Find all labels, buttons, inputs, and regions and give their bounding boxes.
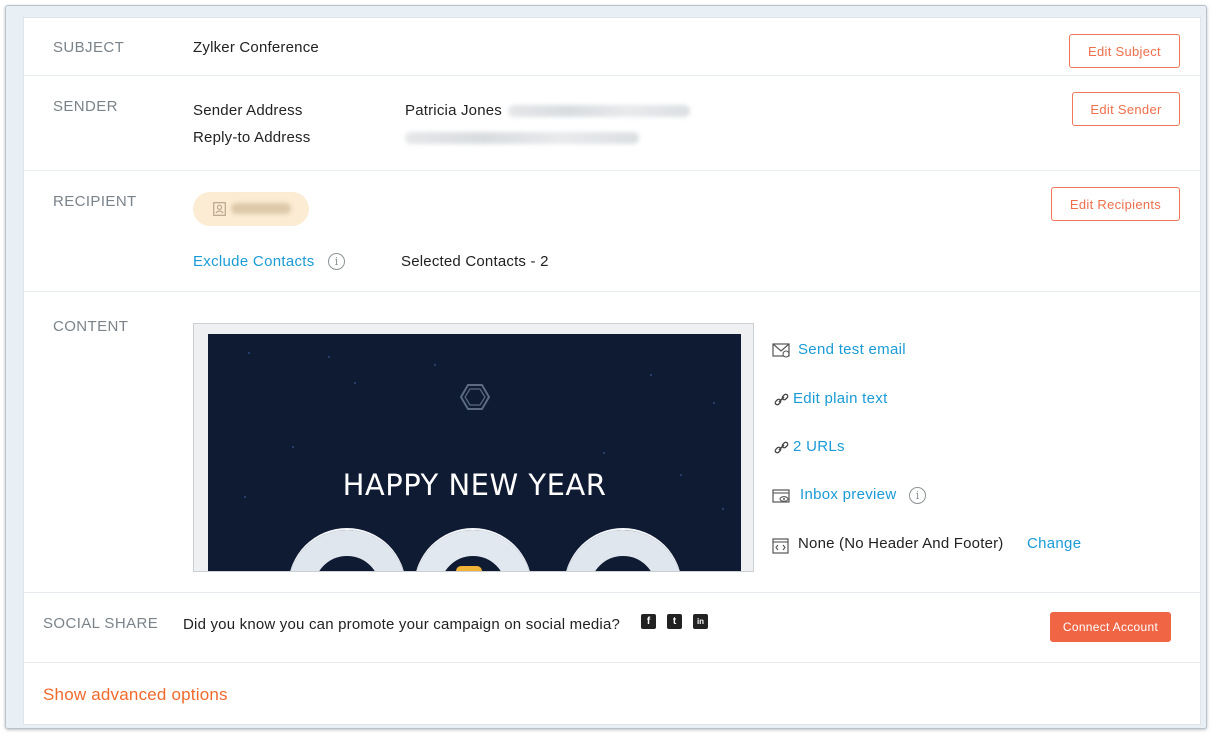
window-frame: SUBJECT Zylker Conference Edit Subject S… — [5, 5, 1207, 729]
connect-account-button[interactable]: Connect Account — [1050, 612, 1171, 642]
linkedin-icon[interactable]: in — [693, 614, 708, 629]
selected-contacts-count: Selected Contacts - 2 — [401, 253, 549, 270]
url-link-icon — [774, 441, 789, 454]
list-name-redacted — [231, 203, 291, 214]
link-icon — [774, 393, 789, 406]
contact-card-icon — [213, 202, 226, 216]
year-digit-art — [288, 530, 406, 571]
recipient-label: RECIPIENT — [53, 193, 137, 210]
star-dot — [603, 452, 605, 454]
star-dot — [650, 374, 652, 376]
urls-link[interactable]: 2 URLs — [793, 438, 845, 455]
header-footer-value: None (No Header And Footer) — [798, 535, 1004, 552]
sender-name: Patricia Jones — [405, 102, 503, 119]
send-test-email-link[interactable]: Send test email — [798, 341, 906, 358]
content-label: CONTENT — [53, 318, 129, 335]
sender-label: SENDER — [53, 98, 118, 115]
star-dot — [722, 508, 724, 510]
subject-value: Zylker Conference — [193, 39, 319, 56]
gold-ribbon-art — [456, 566, 482, 571]
template-code-icon — [772, 538, 789, 554]
social-share-label: SOCIAL SHARE — [43, 615, 159, 632]
edit-subject-button[interactable]: Edit Subject — [1069, 34, 1180, 68]
campaign-summary-card: SUBJECT Zylker Conference Edit Subject S… — [23, 17, 1201, 725]
inbox-preview-info-icon[interactable]: i — [909, 487, 926, 504]
star-dot — [248, 352, 250, 354]
edit-recipients-button[interactable]: Edit Recipients — [1051, 187, 1180, 221]
hexagon-logo-icon — [460, 384, 490, 410]
preview-heading: HAPPY NEW YEAR — [342, 468, 607, 502]
reply-to-email-redacted — [405, 132, 639, 144]
twitter-icon[interactable]: t — [667, 614, 682, 629]
facebook-icon[interactable]: f — [641, 614, 656, 629]
sender-address-label: Sender Address — [193, 102, 303, 119]
exclude-contacts-link[interactable]: Exclude Contacts — [193, 253, 315, 270]
sender-row: SENDER Sender Address Reply-to Address P… — [24, 76, 1200, 171]
edit-plain-text-link[interactable]: Edit plain text — [793, 390, 888, 407]
star-dot — [328, 356, 330, 358]
edit-sender-button[interactable]: Edit Sender — [1072, 92, 1180, 126]
send-test-email-icon — [772, 343, 790, 358]
change-header-footer-link[interactable]: Change — [1027, 535, 1081, 552]
email-preview-canvas: HAPPY NEW YEAR — [208, 334, 741, 571]
recipient-row: RECIPIENT Edit Recipients Exclude Contac… — [24, 171, 1200, 292]
social-share-prompt: Did you know you can promote your campai… — [183, 616, 621, 633]
star-dot — [292, 446, 294, 448]
info-icon[interactable]: i — [328, 253, 345, 270]
star-dot — [713, 402, 715, 404]
show-advanced-options-link[interactable]: Show advanced options — [43, 685, 228, 705]
inbox-preview-icon — [772, 489, 790, 503]
recipient-list-chip[interactable] — [193, 192, 309, 226]
sender-email-redacted — [508, 105, 690, 117]
social-share-row: SOCIAL SHARE Did you know you can promot… — [24, 593, 1200, 663]
subject-row: SUBJECT Zylker Conference Edit Subject — [24, 18, 1200, 76]
email-preview[interactable]: HAPPY NEW YEAR — [193, 323, 754, 572]
inbox-preview-link[interactable]: Inbox preview — [800, 486, 896, 503]
star-dot — [354, 382, 356, 384]
reply-to-address-label: Reply-to Address — [193, 129, 311, 146]
year-digit-art — [564, 530, 682, 571]
star-dot — [434, 364, 436, 366]
subject-label: SUBJECT — [53, 39, 125, 56]
